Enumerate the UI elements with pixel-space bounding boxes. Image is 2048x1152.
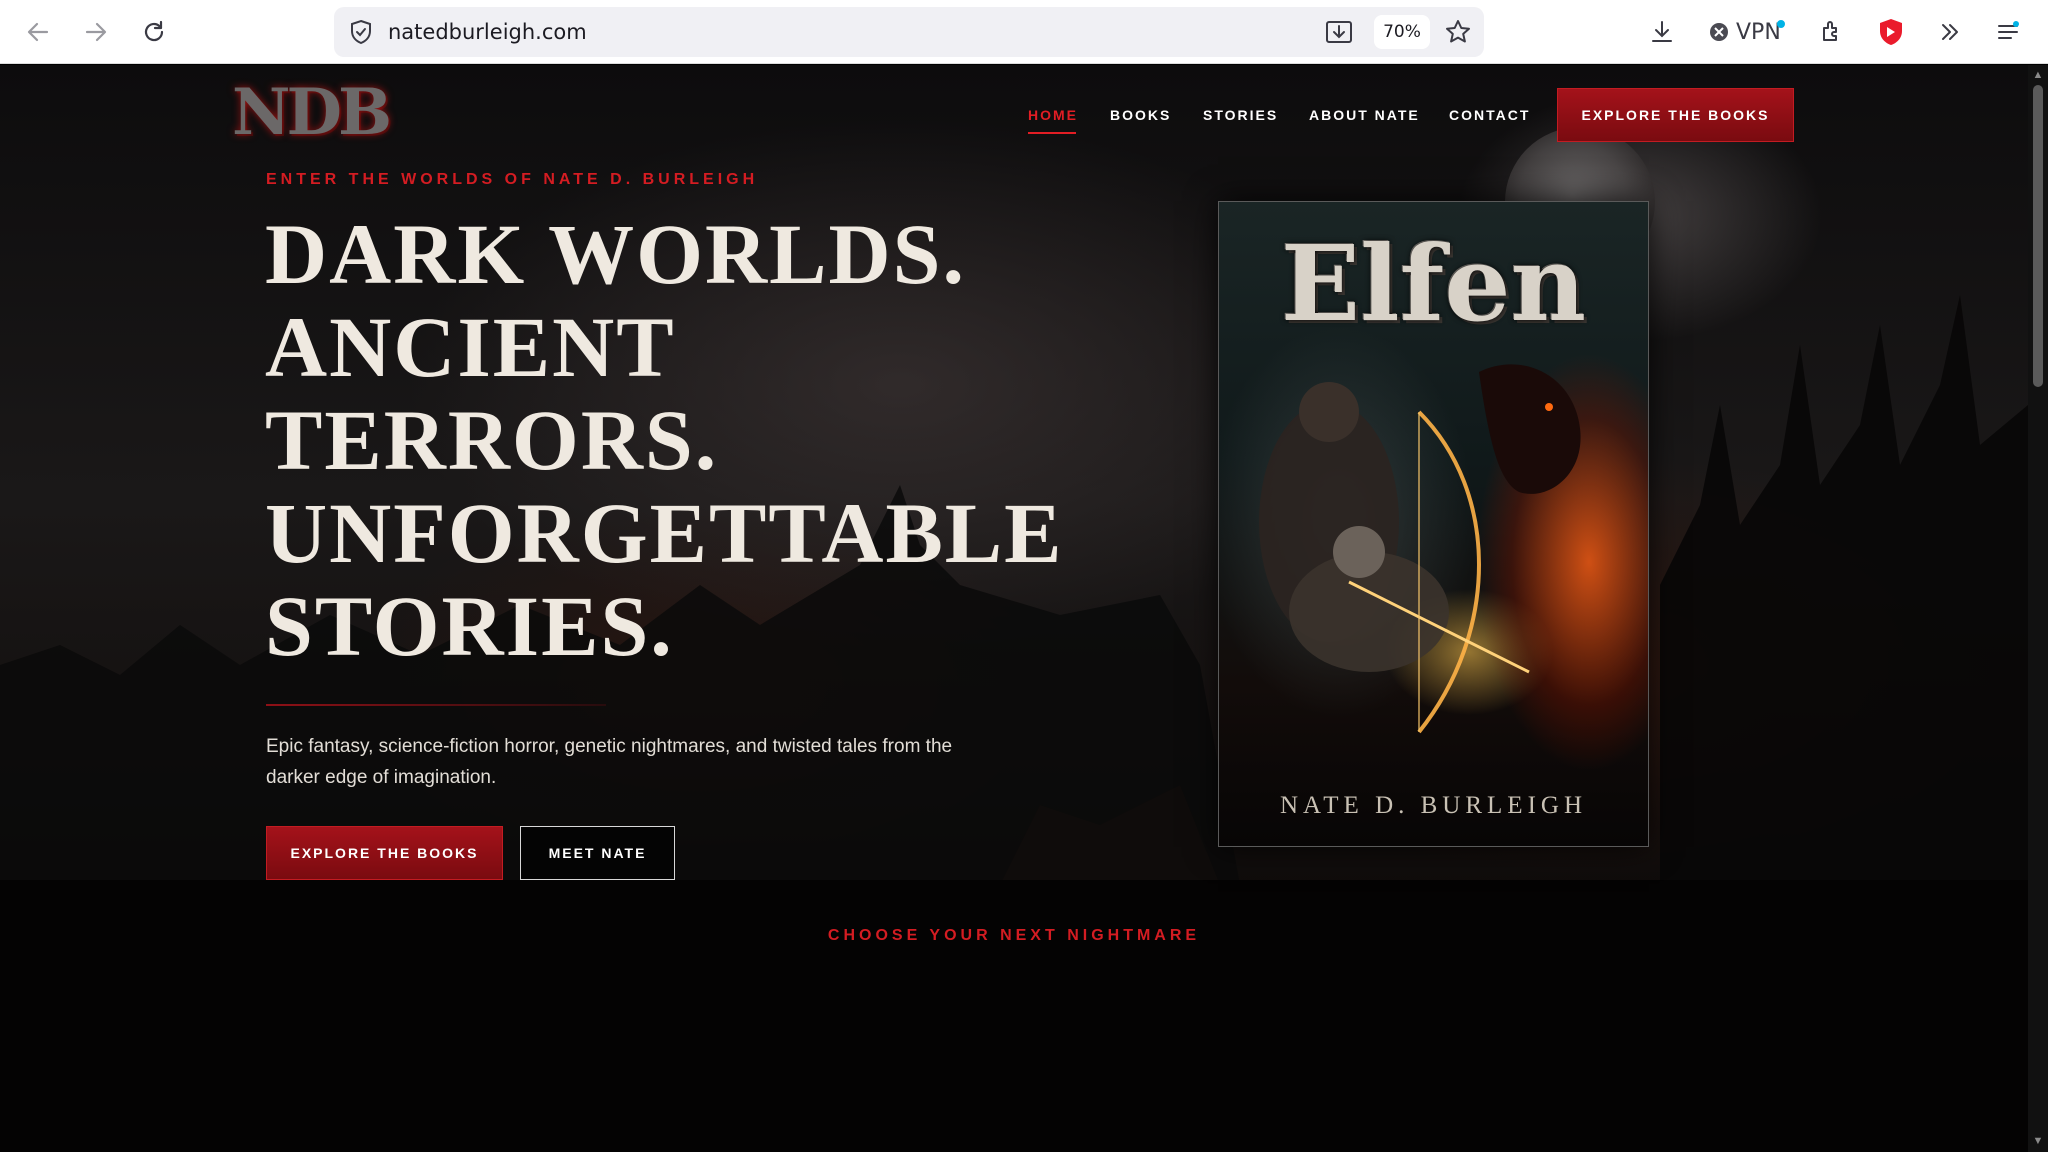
url-text[interactable]: natedburleigh.com xyxy=(388,20,587,44)
star-icon[interactable] xyxy=(1444,18,1472,51)
reload-button[interactable] xyxy=(136,14,172,50)
headline-line: UNFORGETTABLE xyxy=(265,485,1064,581)
download-page-icon[interactable] xyxy=(1324,17,1354,52)
featured-book-cover[interactable]: Elfen NATE D. BURLEIGH xyxy=(1218,201,1649,847)
vpn-icon xyxy=(1710,23,1728,41)
forward-arrow-icon xyxy=(85,22,107,42)
app-menu-button[interactable] xyxy=(1994,14,2022,50)
zoom-level-badge[interactable]: 70% xyxy=(1374,15,1430,49)
back-arrow-icon xyxy=(27,22,49,42)
brave-shield-icon xyxy=(1880,19,1902,45)
scroll-down-icon[interactable]: ▼ xyxy=(2032,1135,2044,1147)
book-author: NATE D. BURLEIGH xyxy=(1279,792,1588,819)
extensions-button[interactable] xyxy=(1818,14,1846,50)
hero-headline: DARK WORLDS. ANCIENT TERRORS. UNFORGETTA… xyxy=(265,208,1085,673)
page-scrollbar[interactable]: ▲ ▼ xyxy=(2028,65,2048,1152)
headline-line: ANCIENT xyxy=(265,299,676,395)
overflow-button[interactable] xyxy=(1936,14,1964,50)
headline-line: STORIES. xyxy=(265,578,674,674)
nav-stories[interactable]: STORIES xyxy=(1203,107,1278,123)
meet-nate-button[interactable]: MEET NATE xyxy=(520,826,675,880)
shield-icon[interactable] xyxy=(348,19,374,50)
book-title: Elfen xyxy=(1280,222,1587,345)
hero-eyebrow: ENTER THE WORLDS OF NATE D. BURLEIGH xyxy=(266,171,759,188)
hero-divider xyxy=(266,704,606,706)
extensions-icon xyxy=(1823,21,1837,41)
vpn-status-dot xyxy=(1776,20,1785,28)
overflow-icon xyxy=(1942,24,1958,40)
scroll-thumb[interactable] xyxy=(2033,85,2043,387)
book-cover-illustration xyxy=(1259,364,1581,734)
download-icon xyxy=(1652,21,1672,42)
hero-bottom-band xyxy=(0,880,2028,1152)
nav-explore-books-button[interactable]: EXPLORE THE BOOKS xyxy=(1557,88,1794,142)
address-bar[interactable]: natedburleigh.com 70% xyxy=(334,7,1484,57)
web-page: NDB HOME BOOKS STORIES ABOUT NATE CONTAC… xyxy=(0,65,2028,1152)
nav-home[interactable]: HOME xyxy=(1028,107,1078,123)
explore-books-button[interactable]: EXPLORE THE BOOKS xyxy=(266,826,503,880)
hero-description: Epic fantasy, science-fiction horror, ge… xyxy=(266,736,953,788)
site-logo[interactable]: NDB xyxy=(232,75,392,150)
menu-icon xyxy=(1998,21,2019,39)
vpn-label: VPN xyxy=(1736,19,1781,45)
forward-button[interactable] xyxy=(78,14,114,50)
nav-contact[interactable]: CONTACT xyxy=(1449,107,1530,123)
next-section-eyebrow: CHOOSE YOUR NEXT NIGHTMARE xyxy=(827,927,1201,944)
vpn-button[interactable]: VPN xyxy=(1708,14,1785,50)
brave-shield-button[interactable] xyxy=(1876,14,1906,50)
reload-icon xyxy=(144,20,164,42)
headline-line: DARK WORLDS. xyxy=(265,206,966,302)
browser-toolbar: natedburleigh.com 70% VPN xyxy=(0,0,2048,64)
back-button[interactable] xyxy=(20,14,56,50)
nav-books[interactable]: BOOKS xyxy=(1110,107,1171,123)
downloads-button[interactable] xyxy=(1648,14,1676,50)
nav-about-nate[interactable]: ABOUT NATE xyxy=(1309,107,1420,123)
headline-line: TERRORS. xyxy=(265,392,719,488)
scroll-up-icon[interactable]: ▲ xyxy=(2032,69,2044,81)
nav-active-underline xyxy=(1028,132,1076,134)
